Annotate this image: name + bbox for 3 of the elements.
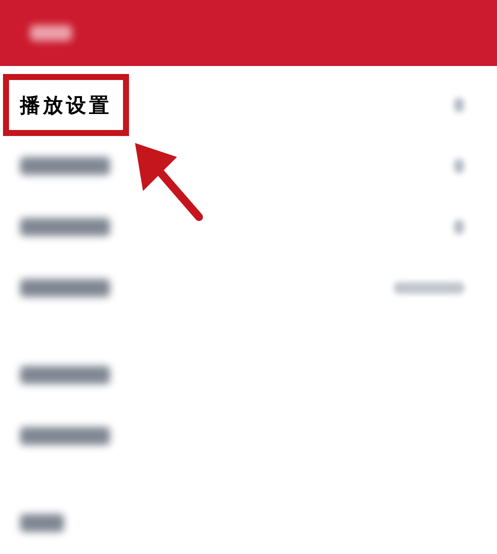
settings-row[interactable]: 播放设置 [0, 74, 497, 135]
menu-item-label: 播放设置 [20, 92, 112, 116]
blurred-text [20, 514, 64, 532]
